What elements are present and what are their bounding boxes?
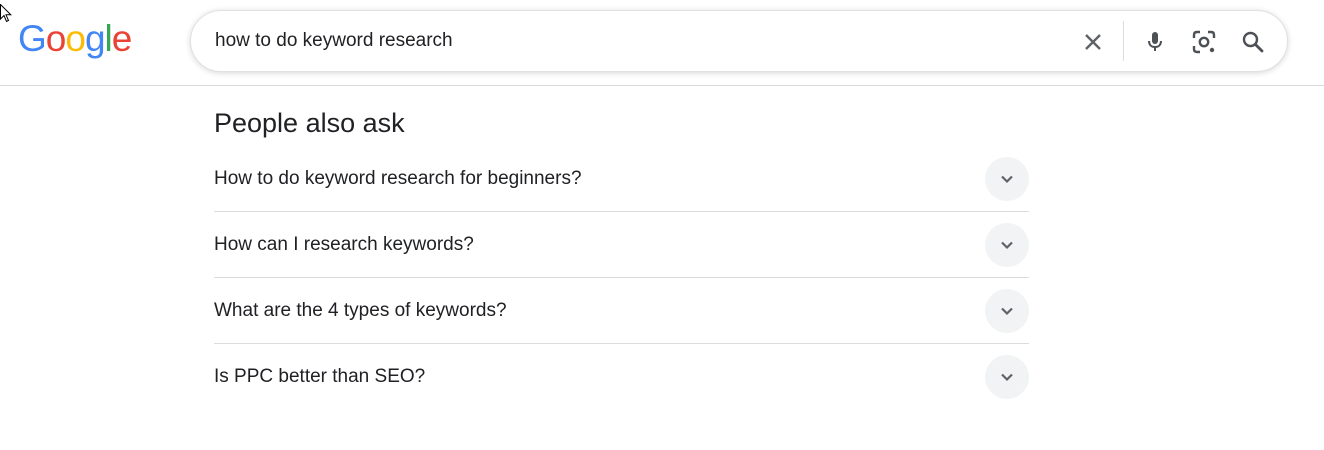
chevron-down-icon	[1001, 373, 1013, 382]
logo-letter: o	[45, 18, 67, 59]
section-title: People also ask	[214, 108, 405, 138]
question-text: What are the 4 types of keywords?	[214, 299, 507, 321]
chevron-down-icon	[1001, 241, 1013, 250]
search-box	[190, 10, 1288, 72]
logo-letter: e	[111, 18, 133, 59]
divider	[1123, 21, 1124, 61]
image-search-button[interactable]	[1186, 24, 1222, 60]
chevron-down-icon	[1001, 307, 1013, 316]
expand-button[interactable]	[985, 355, 1029, 399]
expand-button[interactable]	[985, 289, 1029, 333]
logo-letter: G	[18, 18, 47, 59]
question-item[interactable]: How to do keyword research for beginners…	[214, 146, 1029, 212]
mouse-cursor-icon	[0, 4, 12, 23]
question-item[interactable]: How can I research keywords?	[214, 212, 1029, 278]
expand-button[interactable]	[985, 157, 1029, 201]
question-text: How can I research keywords?	[214, 233, 474, 255]
chevron-down-icon	[1001, 175, 1013, 184]
search-input[interactable]	[215, 28, 1035, 54]
lens-icon	[1192, 30, 1216, 54]
google-logo[interactable]: Google	[18, 17, 133, 61]
people-also-ask: People also ask How to do keyword resear…	[214, 100, 1029, 410]
close-icon	[1085, 34, 1101, 50]
logo-letter: l	[104, 18, 113, 59]
logo-letter: o	[65, 18, 86, 59]
search-icon	[1242, 31, 1264, 53]
logo-letter: g	[84, 18, 106, 59]
search-button[interactable]	[1235, 24, 1271, 60]
header: Google	[0, 0, 1324, 86]
question-item[interactable]: What are the 4 types of keywords?	[214, 278, 1029, 344]
mic-icon	[1148, 32, 1162, 51]
expand-button[interactable]	[985, 223, 1029, 267]
question-text: How to do keyword research for beginners…	[214, 167, 582, 189]
voice-search-button[interactable]	[1137, 24, 1173, 60]
question-item[interactable]: Is PPC better than SEO?	[214, 344, 1029, 410]
question-text: Is PPC better than SEO?	[214, 366, 426, 387]
clear-button[interactable]	[1075, 24, 1111, 60]
